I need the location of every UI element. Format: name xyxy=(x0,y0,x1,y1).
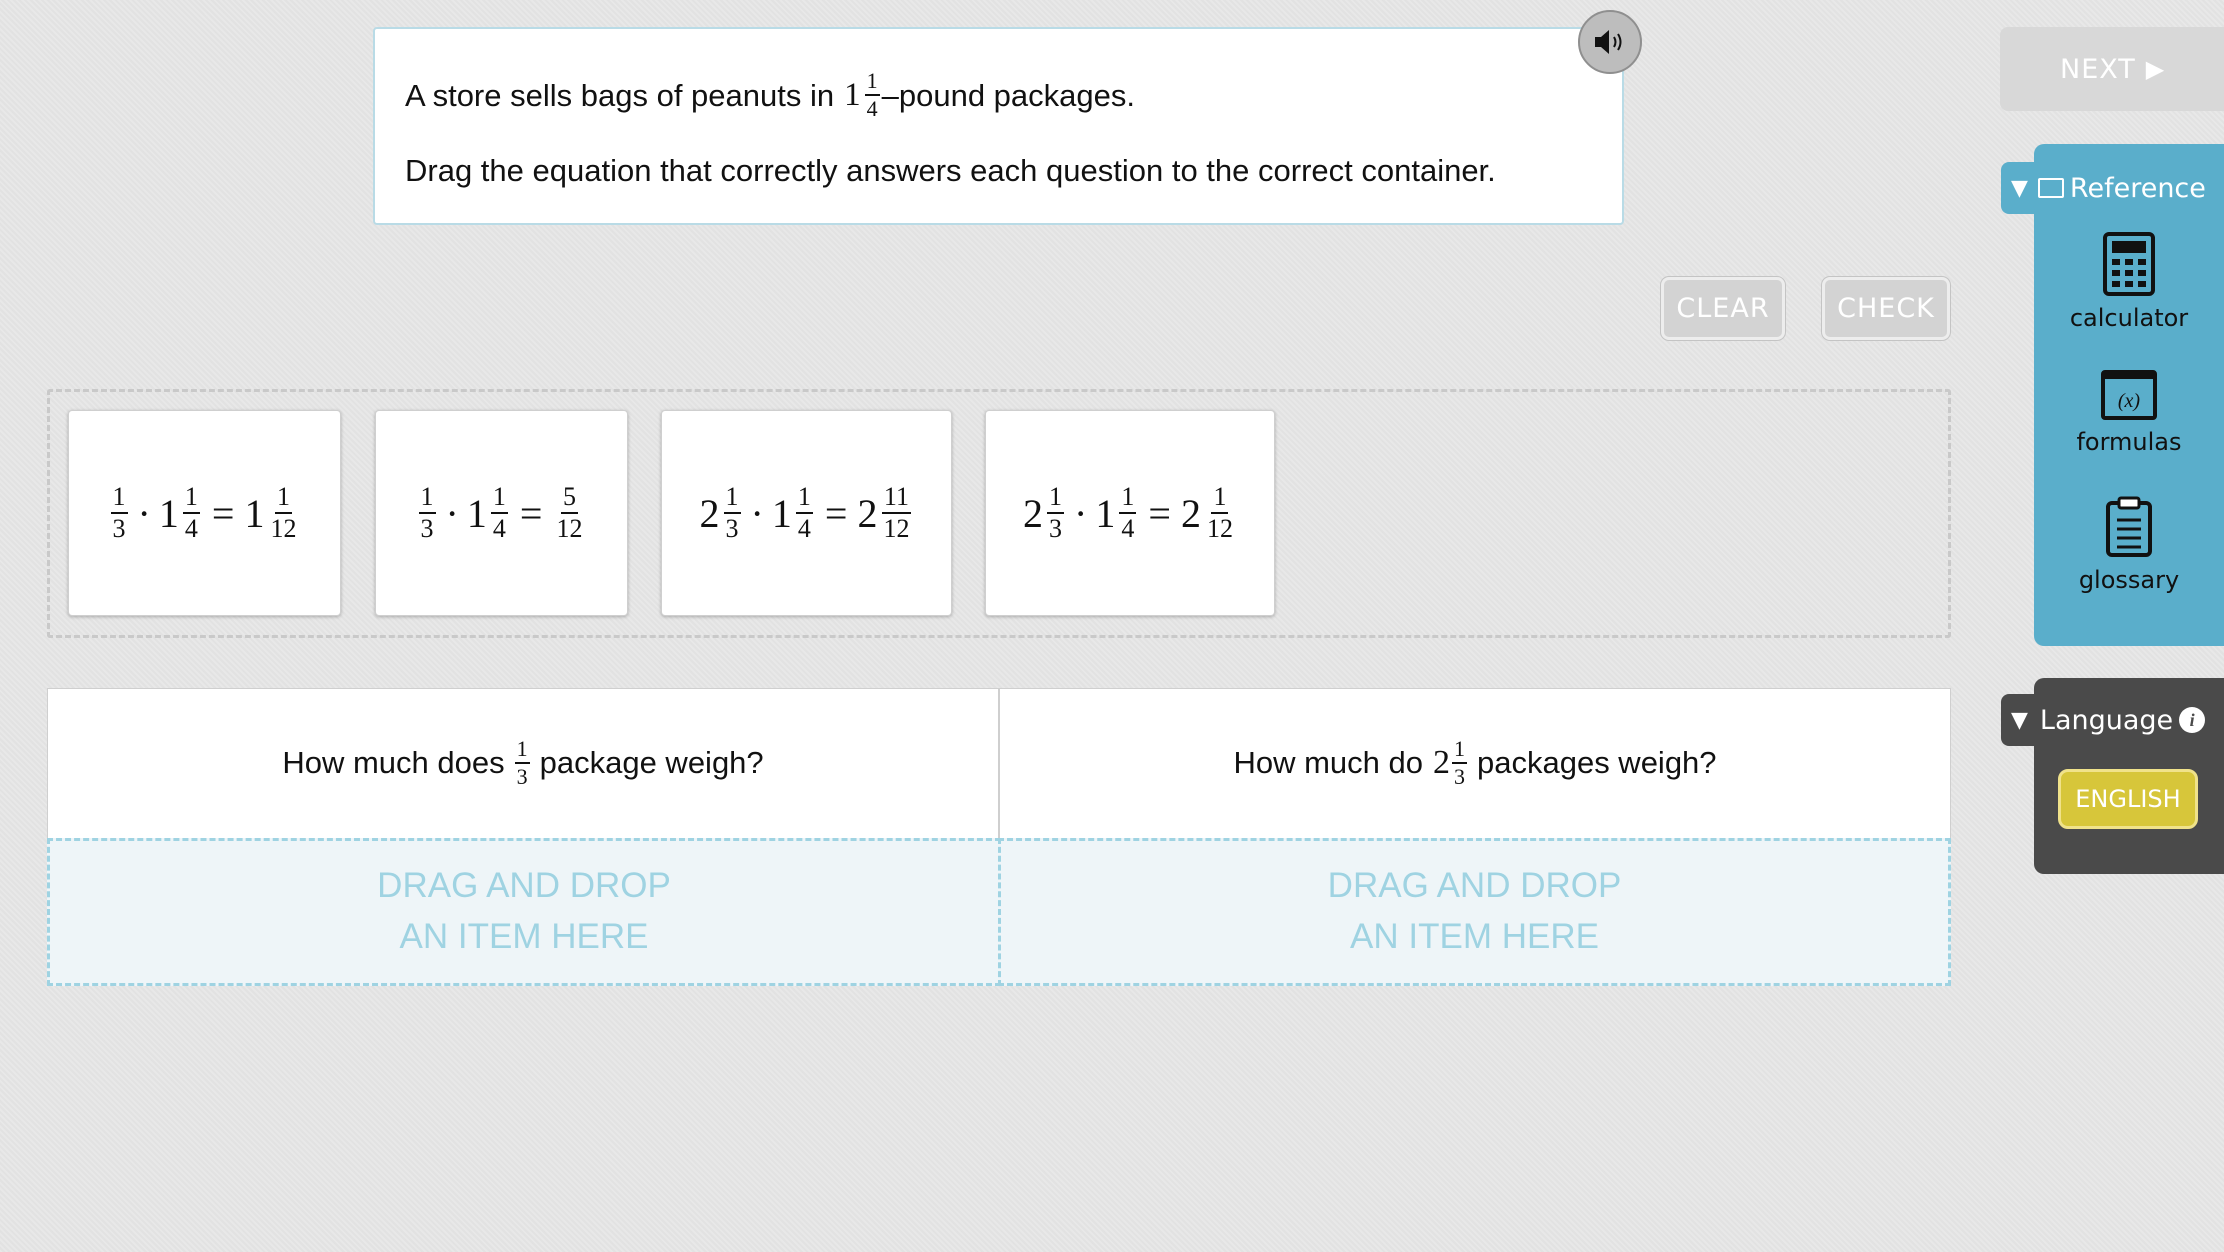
language-toggle[interactable]: ▼ Language i xyxy=(2001,694,2224,746)
clear-button[interactable]: CLEAR xyxy=(1661,277,1785,340)
info-icon[interactable]: i xyxy=(2179,707,2206,733)
prompt-text: A store sells bags of peanuts in xyxy=(405,77,835,113)
prompt-text: –pound packages. xyxy=(881,77,1135,113)
equation-card[interactable]: 213 · 114 = 2 11 12 xyxy=(661,410,952,616)
question-heading-right: How much do 2 13 packages weigh? xyxy=(1233,736,1717,789)
formulas-tool[interactable]: (x) formulas xyxy=(2034,370,2224,474)
equation-card[interactable]: 13 · 114 = 1 1 12 xyxy=(68,410,341,616)
drop-zone-right[interactable]: DRAG AND DROP AN ITEM HERE xyxy=(998,838,1951,986)
next-label: NEXT xyxy=(2060,53,2136,85)
collapse-triangle-icon: ▼ xyxy=(2011,175,2028,201)
fraction: 1 4 xyxy=(864,68,880,121)
play-arrow-icon: ▶ xyxy=(2145,55,2166,83)
equation-card[interactable]: 13 · 114 = 5 12 xyxy=(375,410,628,616)
reference-toggle[interactable]: ▼ Reference xyxy=(2001,162,2224,214)
check-button[interactable]: CHECK xyxy=(1822,277,1950,340)
fraction: 1 12 xyxy=(1206,482,1233,543)
question-heading-left: How much does 13 package weigh? xyxy=(282,736,764,789)
drop-zone-left[interactable]: DRAG AND DROP AN ITEM HERE xyxy=(47,838,1001,986)
prompt-line-2: Drag the equation that correctly answers… xyxy=(405,153,1496,188)
question-prompt: A store sells bags of peanuts in 1 1 4 –… xyxy=(373,27,1624,225)
glossary-tool[interactable]: glossary xyxy=(2034,496,2224,606)
fraction: 14 xyxy=(182,482,200,543)
fraction: 13 xyxy=(1451,736,1467,789)
fraction: 13 xyxy=(514,736,530,789)
equation-card[interactable]: 213 · 114 = 2 1 12 xyxy=(985,410,1275,616)
calculator-icon xyxy=(2103,232,2155,296)
fraction: 1 12 xyxy=(270,482,297,543)
audio-button[interactable] xyxy=(1578,10,1642,74)
mixed-number: 2 13 xyxy=(1432,736,1467,789)
calculator-tool[interactable]: calculator xyxy=(2034,232,2224,344)
fraction: 14 xyxy=(490,482,508,543)
next-button[interactable]: NEXT ▶ xyxy=(2000,27,2224,111)
formulas-icon: (x) xyxy=(2101,370,2157,420)
reference-icon xyxy=(2037,178,2064,198)
fraction: 13 xyxy=(723,482,741,543)
fraction: 11 12 xyxy=(881,482,911,543)
mixed-number: 1 1 4 xyxy=(844,68,880,121)
fraction: 13 xyxy=(110,482,128,543)
fraction: 14 xyxy=(1119,482,1137,543)
svg-text:(x): (x) xyxy=(2118,390,2141,412)
clipboard-icon xyxy=(2106,496,2152,557)
fraction: 14 xyxy=(795,482,813,543)
fraction: 13 xyxy=(418,482,436,543)
prompt-line-1: A store sells bags of peanuts in 1 1 4 –… xyxy=(405,65,1594,125)
fraction: 13 xyxy=(1047,482,1065,543)
collapse-triangle-icon: ▼ xyxy=(2011,707,2028,733)
fraction: 5 12 xyxy=(556,482,583,543)
english-language-button[interactable]: ENGLISH xyxy=(2058,769,2198,829)
speaker-icon xyxy=(1595,30,1622,54)
